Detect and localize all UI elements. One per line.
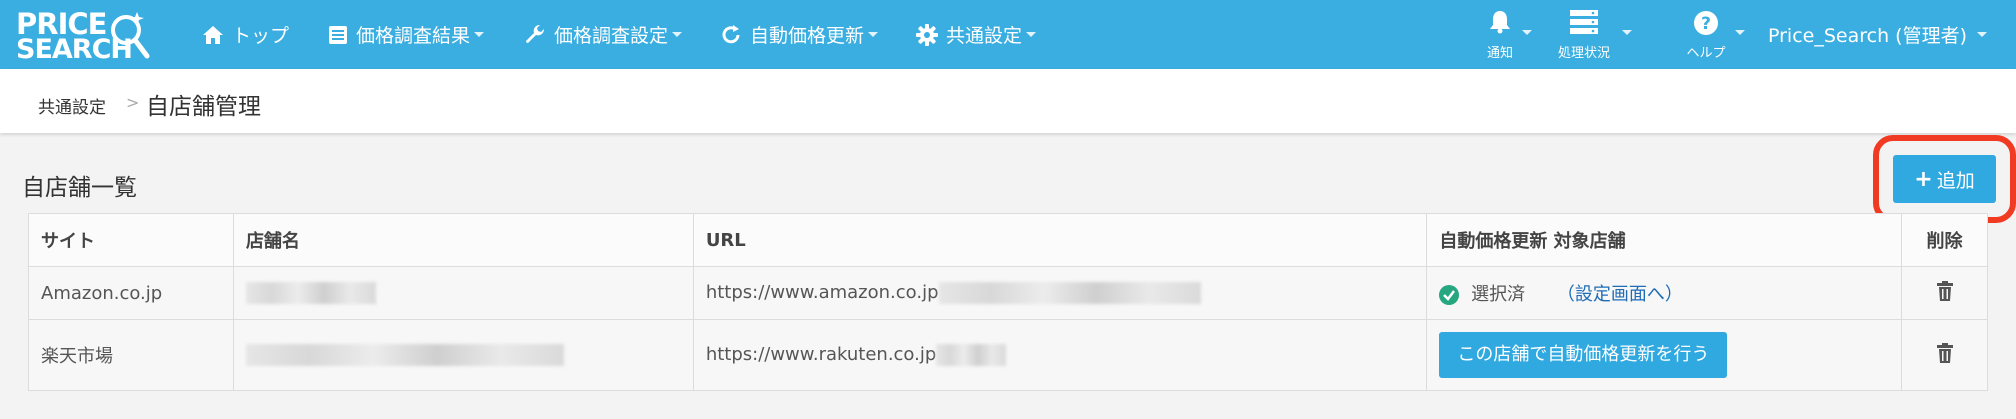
nav-processing-status[interactable]: 処理状況 — [1546, 0, 1632, 69]
cell-store-name — [232, 319, 694, 391]
page-title: 自店舗管理 — [146, 94, 261, 120]
col-store-name: 店舗名 — [232, 213, 694, 267]
cell-site: 楽天市場 — [28, 319, 234, 391]
nav-price-settings[interactable]: 価格調査設定 — [524, 0, 683, 69]
col-site: サイト — [28, 213, 234, 267]
nav-common-settings-label: 共通設定 — [946, 25, 1023, 47]
nav-notifications[interactable]: 通知 — [1470, 0, 1532, 69]
svg-text:?: ? — [1701, 14, 1711, 34]
col-auto-update: 自動価格更新 対象店舗 — [1426, 213, 1902, 267]
col-url: URL — [692, 213, 1428, 267]
nav-auto-update[interactable]: 自動価格更新 — [720, 0, 879, 69]
redacted-text — [245, 344, 564, 366]
breadcrumb-separator: > — [126, 93, 140, 112]
cell-delete — [1901, 319, 1988, 391]
bell-icon — [1490, 11, 1510, 34]
redacted-text — [938, 282, 1201, 304]
nav-auto-update-label: 自動価格更新 — [750, 25, 865, 47]
redacted-text — [245, 282, 376, 304]
store-table: サイト 店舗名 URL 自動価格更新 対象店舗 削除 Amazon.co.jp … — [28, 213, 1988, 391]
nav-price-settings-label: 価格調査設定 — [554, 25, 669, 47]
gear-icon — [916, 23, 938, 46]
server-icon — [1570, 10, 1598, 34]
col-delete: 削除 — [1901, 213, 1988, 267]
nav-price-results[interactable]: 価格調査結果 — [328, 0, 485, 69]
add-button-label: 追加 — [1936, 169, 1975, 192]
refresh-icon — [722, 24, 740, 43]
breadcrumb: 共通設定 > 自店舗管理 — [0, 69, 2016, 133]
cell-site: Amazon.co.jp — [28, 266, 234, 320]
settings-link[interactable]: （設定画面へ） — [1557, 284, 1683, 305]
selected-status: 選択済 — [1471, 284, 1526, 305]
plus-icon: + — [1914, 166, 1933, 192]
section-title: 自店舗一覧 — [22, 175, 137, 201]
cell-delete — [1901, 266, 1988, 320]
cell-url: https://www.amazon.co.jp — [692, 266, 1428, 320]
logo[interactable]: PRICE SEARCH — [14, 6, 166, 64]
question-icon: ? — [1694, 11, 1718, 35]
check-circle-icon — [1439, 285, 1460, 305]
nav-notifications-label: 通知 — [1486, 46, 1513, 61]
nav-top-label: トップ — [232, 25, 290, 47]
add-button[interactable]: + 追加 — [1893, 155, 1996, 203]
nav-processing-status-label: 処理状況 — [1557, 46, 1610, 61]
table-row: 楽天市場 https://www.rakuten.co.jp この店舗で自動価格… — [28, 319, 1988, 391]
magnifier-icon — [111, 12, 150, 59]
wrench-icon — [526, 24, 545, 43]
nav-help-label: ヘルプ — [1686, 46, 1726, 61]
breadcrumb-parent[interactable]: 共通設定 — [38, 93, 106, 118]
home-icon — [203, 25, 223, 44]
cell-auto-update: 選択済 （設定画面へ） — [1426, 266, 1902, 320]
nav-top[interactable]: トップ — [202, 0, 289, 69]
user-menu[interactable]: Price_Search (管理者) — [1768, 0, 1987, 69]
cell-url: https://www.rakuten.co.jp — [692, 319, 1428, 391]
enable-auto-update-button[interactable]: この店舗で自動価格更新を行う — [1439, 332, 1728, 378]
nav-common-settings[interactable]: 共通設定 — [916, 0, 1037, 69]
trash-icon[interactable] — [1936, 342, 1954, 363]
trash-icon[interactable] — [1936, 280, 1954, 301]
cell-store-name — [232, 266, 694, 320]
user-name: Price_Search (管理者) — [1768, 25, 1967, 47]
cell-auto-update: この店舗で自動価格更新を行う — [1426, 319, 1902, 391]
nav-price-results-label: 価格調査結果 — [356, 25, 471, 47]
list-icon — [329, 25, 347, 44]
top-navbar: PRICE SEARCH トップ 価格調査結果 価格調査設定 自動価格更新 共通… — [0, 0, 2016, 69]
redacted-text — [936, 344, 1007, 366]
table-header-row: サイト 店舗名 URL 自動価格更新 対象店舗 削除 — [28, 213, 1988, 267]
table-row: Amazon.co.jp https://www.amazon.co.jp 選択… — [28, 266, 1988, 320]
nav-help[interactable]: ? ヘルプ — [1676, 0, 1745, 69]
